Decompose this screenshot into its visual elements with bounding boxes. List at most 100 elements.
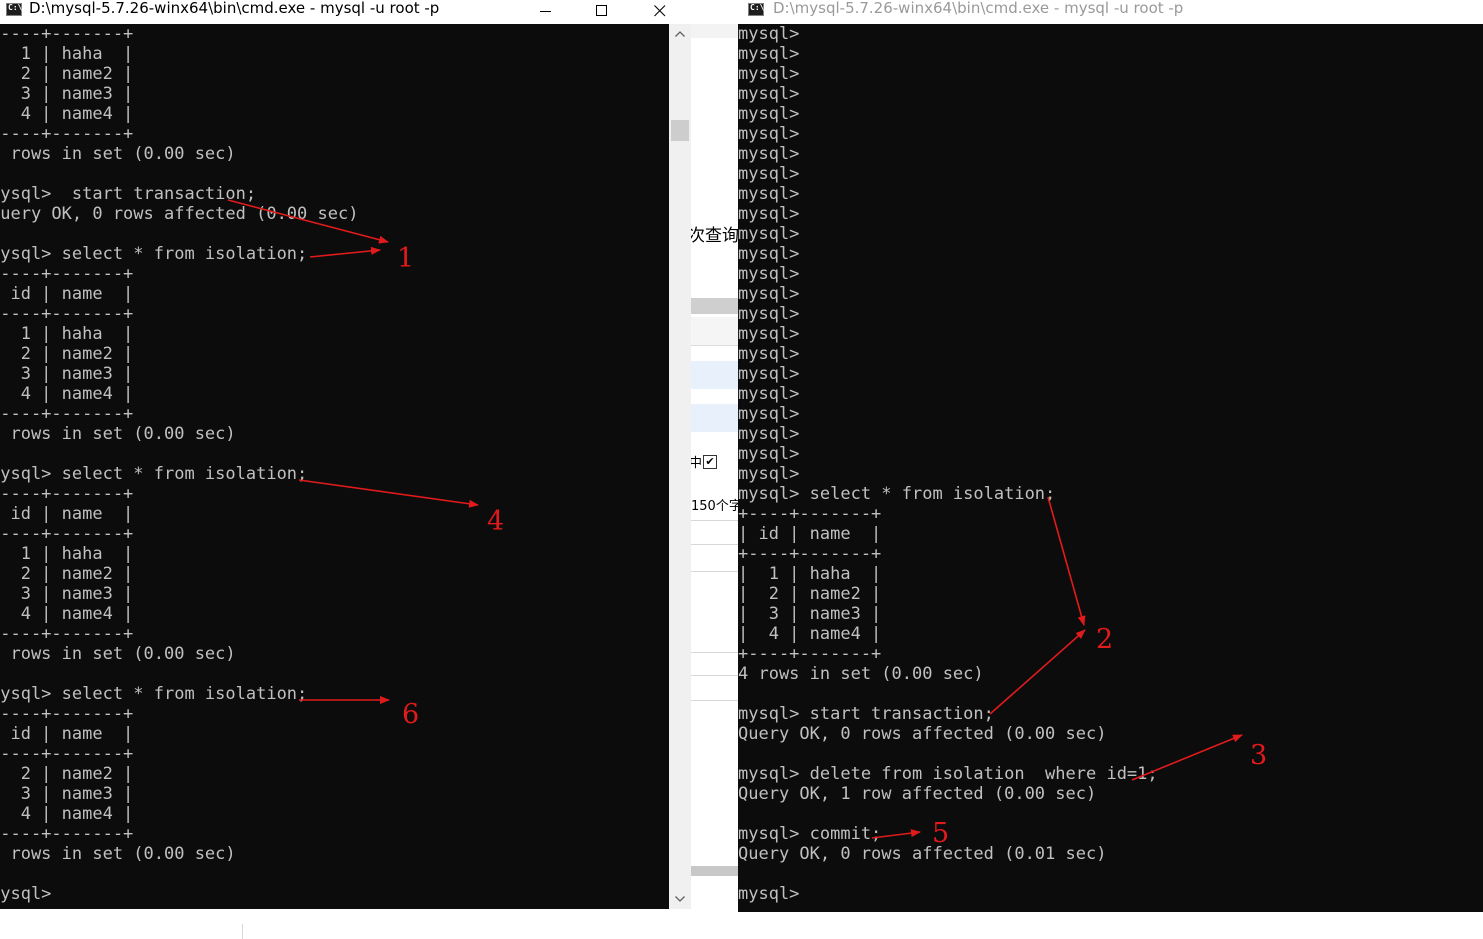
console-line: mysql> <box>738 104 800 124</box>
console-line: mysql> <box>738 284 800 304</box>
divider <box>691 700 738 701</box>
console-line: mysql> <box>738 264 800 284</box>
console-line: | 1 | haha | <box>0 324 134 344</box>
console-line: | 2 | name2 | <box>0 344 134 364</box>
minimize-icon <box>540 11 551 12</box>
console-line: mysql> <box>738 244 800 264</box>
chevron-up-icon <box>675 31 685 37</box>
console-line: Query OK, 0 rows affected (0.00 sec) <box>0 204 359 224</box>
console-line: | 4 | name4 | <box>738 624 882 644</box>
divider <box>691 652 738 653</box>
console-line: | 3 | name3 | <box>0 784 134 804</box>
console-line: +----+-------+ <box>0 24 134 44</box>
divider <box>691 520 738 521</box>
console-line: +----+-------+ <box>0 404 134 424</box>
console-line: mysql> <box>738 184 800 204</box>
console-line: mysql> <box>738 364 800 384</box>
console-line: | id | name | <box>0 504 134 524</box>
console-line: +----+-------+ <box>0 524 134 544</box>
console-output[interactable]: +----+-------+ | 1 | haha | | 2 | name2 | |… <box>0 24 669 909</box>
console-line: | 4 | name4 | <box>0 384 134 404</box>
console-line: Query OK, 1 row affected (0.00 sec) <box>738 784 1097 804</box>
console-line: | 1 | haha | <box>0 44 134 64</box>
console-line: | 3 | name3 | <box>0 584 134 604</box>
console-line: 4 rows in set (0.00 sec) <box>738 664 984 684</box>
divider <box>691 675 738 676</box>
console-output[interactable]: mysql> mysql> mysql> mysql> mysql> mysql> mysq… <box>738 24 1483 912</box>
divider <box>691 544 738 545</box>
console-line: mysql> <box>738 144 800 164</box>
console-line: mysql> commit; <box>738 824 882 844</box>
desktop-strip <box>0 912 1483 939</box>
console-line: mysql> <box>738 884 800 904</box>
console-line: +----+-------+ <box>738 644 882 664</box>
title-bar[interactable]: D:\mysql-5.7.26-winx64\bin\cmd.exe - mys… <box>0 0 691 24</box>
console-line: mysql> <box>738 424 800 444</box>
background-status-band <box>691 866 738 876</box>
window-title: D:\mysql-5.7.26-winx64\bin\cmd.exe - mys… <box>773 0 1184 17</box>
console-line: | 4 | name4 | <box>0 604 134 624</box>
divider <box>691 571 738 572</box>
console-line: mysql> <box>738 324 800 344</box>
console-line: | 3 | name3 | <box>0 364 134 384</box>
background-row <box>691 317 738 346</box>
console-line: mysql> <box>0 884 52 904</box>
console-line: mysql> delete from isolation where id=1; <box>738 764 1158 784</box>
console-line: +----+-------+ <box>0 704 134 724</box>
title-bar[interactable]: D:\mysql-5.7.26-winx64\bin\cmd.exe - mys… <box>738 0 1483 24</box>
console-line: | 3 | name3 | <box>738 604 882 624</box>
console-window-left[interactable]: D:\mysql-5.7.26-winx64\bin\cmd.exe - mys… <box>0 0 691 909</box>
maximize-icon <box>596 5 607 16</box>
console-line: mysql> <box>738 24 800 44</box>
console-line: | 2 | name2 | <box>738 584 882 604</box>
console-line: | id | name | <box>0 284 134 304</box>
console-line: +----+-------+ <box>0 744 134 764</box>
console-line: mysql> start transaction; <box>738 704 994 724</box>
console-line: mysql> <box>738 44 800 64</box>
console-line: | 1 | haha | <box>0 544 134 564</box>
console-line: mysql> <box>738 124 800 144</box>
scroll-down-button[interactable] <box>669 889 691 909</box>
console-line: +----+-------+ <box>0 264 134 284</box>
console-line: +----+-------+ <box>0 304 134 324</box>
console-line: | 4 | name4 | <box>0 104 134 124</box>
console-line: mysql> <box>738 224 800 244</box>
background-checkbox-label: 中 <box>691 456 703 471</box>
cmd-icon <box>748 3 764 16</box>
window-title: D:\mysql-5.7.26-winx64\bin\cmd.exe - mys… <box>29 0 440 17</box>
console-line: +----+-------+ <box>738 504 882 524</box>
console-line: 4 rows in set (0.00 sec) <box>0 424 236 444</box>
console-line: 4 rows in set (0.00 sec) <box>0 644 236 664</box>
background-query-label: 次查询 <box>691 226 738 246</box>
close-button[interactable] <box>637 0 683 22</box>
console-line: Query OK, 0 rows affected (0.01 sec) <box>738 844 1107 864</box>
background-row <box>691 361 738 389</box>
scrollbar-thumb[interactable] <box>671 120 689 141</box>
console-line: mysql> <box>738 64 800 84</box>
console-line: | id | name | <box>738 524 882 544</box>
console-line: mysql> select * from isolation; <box>738 484 1056 504</box>
console-line: mysql> <box>738 84 800 104</box>
console-line: mysql> <box>738 344 800 364</box>
minimize-button[interactable] <box>523 0 569 22</box>
console-window-right[interactable]: D:\mysql-5.7.26-winx64\bin\cmd.exe - mys… <box>738 0 1483 912</box>
console-line: mysql> <box>738 204 800 224</box>
console-line: +----+-------+ <box>0 484 134 504</box>
close-icon <box>654 5 666 17</box>
console-line: +----+-------+ <box>0 124 134 144</box>
console-line: | 2 | name2 | <box>0 564 134 584</box>
background-checkbox[interactable]: ✔ <box>703 455 717 469</box>
console-line: Query OK, 0 rows affected (0.00 sec) <box>738 724 1107 744</box>
maximize-button[interactable] <box>579 0 625 22</box>
background-row <box>691 404 738 432</box>
vertical-scrollbar[interactable] <box>669 24 691 909</box>
console-line: | 1 | haha | <box>738 564 882 584</box>
console-line: | 4 | name4 | <box>0 804 134 824</box>
console-line: +----+-------+ <box>738 544 882 564</box>
console-line: | 2 | name2 | <box>0 64 134 84</box>
console-line: | 2 | name2 | <box>0 764 134 784</box>
scroll-up-button[interactable] <box>669 24 691 44</box>
background-header-band <box>691 298 738 314</box>
console-line: mysql> start transaction; <box>0 184 257 204</box>
chevron-down-icon <box>675 896 685 902</box>
